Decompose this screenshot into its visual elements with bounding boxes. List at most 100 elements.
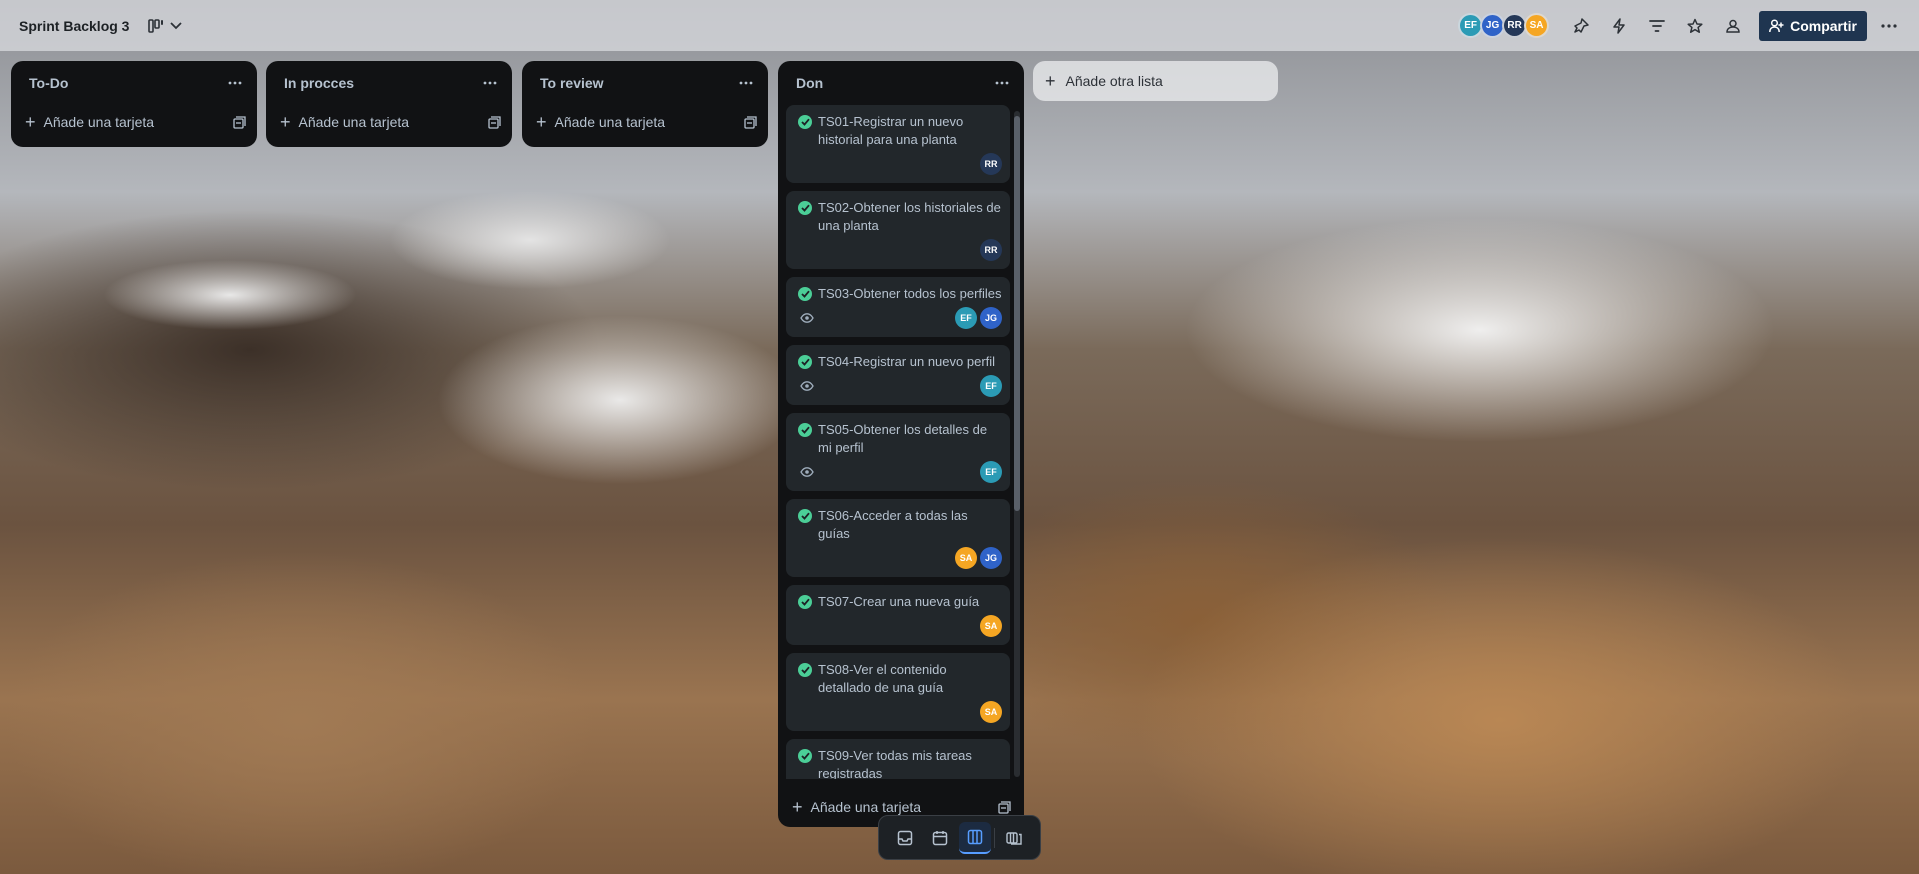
check-complete-icon[interactable] (798, 509, 812, 523)
list-in-procces: In procces + Añade una tarjeta (266, 61, 512, 147)
board-title[interactable]: Sprint Backlog 3 (19, 18, 129, 34)
member-avatar[interactable]: JG (980, 307, 1002, 329)
plus-icon: + (25, 112, 36, 132)
card-title: TS04-Registrar un nuevo perfil (818, 354, 996, 369)
check-complete-icon[interactable] (798, 595, 812, 609)
plus-icon: + (792, 797, 803, 817)
switch-boards-icon[interactable] (998, 822, 1030, 854)
add-card-button[interactable]: + Añade una tarjeta (266, 105, 512, 139)
list-title[interactable]: In procces (284, 75, 354, 91)
card-title-row: TS08-Ver el contenido detallado de una g… (798, 661, 1002, 697)
card-title: TS06-Acceder a todas las guías (818, 508, 968, 541)
list-header: To-Do (11, 61, 257, 105)
board-header: Sprint Backlog 3 EF JG RR SA Compartir (0, 0, 1919, 51)
visibility-icon[interactable] (1717, 10, 1749, 42)
list-to-review: To review + Añade una tarjeta (522, 61, 768, 147)
list-title[interactable]: To-Do (29, 75, 68, 91)
create-from-template-icon[interactable] (996, 799, 1012, 815)
list-menu-icon[interactable] (478, 71, 502, 95)
plus-icon: + (280, 112, 291, 132)
card-title-row: TS03-Obtener todos los perfiles (798, 285, 1002, 303)
card[interactable]: TS03-Obtener todos los perfiles EF JG (786, 277, 1010, 337)
card[interactable]: TS09-Ver todas mis tareas registradasRR (786, 739, 1010, 779)
check-complete-icon[interactable] (798, 749, 812, 763)
list-menu-icon[interactable] (223, 71, 247, 95)
card[interactable]: TS07-Crear una nueva guía SA (786, 585, 1010, 645)
list-title[interactable]: Don (796, 75, 823, 91)
add-card-button[interactable]: + Añade una tarjeta (522, 105, 768, 139)
card-members: SA (980, 615, 1002, 637)
card-members: EF JG (955, 307, 1002, 329)
list-header: In procces (266, 61, 512, 105)
card-title: TS08-Ver el contenido detallado de una g… (818, 662, 947, 695)
member-avatar[interactable]: SA (1524, 13, 1550, 38)
list-scrollbar[interactable] (1014, 111, 1020, 777)
card[interactable]: TS08-Ver el contenido detallado de una g… (786, 653, 1010, 731)
plus-icon: + (1045, 71, 1056, 91)
card[interactable]: TS04-Registrar un nuevo perfil EF (786, 345, 1010, 405)
scrollbar-thumb[interactable] (1014, 116, 1020, 511)
check-complete-icon[interactable] (798, 287, 812, 301)
add-card-label: Añade una tarjeta (298, 114, 410, 130)
watching-eye-icon (800, 381, 814, 391)
add-list-label: Añade otra lista (1065, 73, 1163, 89)
check-complete-icon[interactable] (798, 423, 812, 437)
list-menu-icon[interactable] (990, 71, 1014, 95)
card-footer: EF JG (798, 307, 1002, 329)
card[interactable]: TS01-Registrar un nuevo historial para u… (786, 105, 1010, 183)
card-title-row: TS02-Obtener los historiales de una plan… (798, 199, 1002, 235)
card-title-row: TS09-Ver todas mis tareas registradas (798, 747, 1002, 779)
add-card-button[interactable]: + Añade una tarjeta (11, 105, 257, 139)
create-from-template-icon[interactable] (742, 114, 758, 130)
star-icon[interactable] (1679, 10, 1711, 42)
card-list: TS01-Registrar un nuevo historial para u… (786, 105, 1010, 779)
card-members: EF (980, 375, 1002, 397)
member-avatar[interactable]: EF (955, 307, 977, 329)
card-footer: SA JG (798, 547, 1002, 569)
create-from-template-icon[interactable] (231, 114, 247, 130)
check-complete-icon[interactable] (798, 115, 812, 129)
calendar-icon[interactable] (924, 822, 956, 854)
card-members: EF (980, 461, 1002, 483)
board-icon[interactable] (958, 821, 991, 854)
list-title[interactable]: To review (540, 75, 604, 91)
member-avatar[interactable]: RR (980, 153, 1002, 175)
check-complete-icon[interactable] (798, 663, 812, 677)
check-complete-icon[interactable] (798, 355, 812, 369)
board-view-switcher[interactable] (148, 18, 183, 33)
more-menu-icon[interactable] (1873, 10, 1905, 42)
filter-icon[interactable] (1641, 10, 1673, 42)
member-avatar[interactable]: SA (980, 701, 1002, 723)
create-from-template-icon[interactable] (486, 114, 502, 130)
member-avatar[interactable]: SA (955, 547, 977, 569)
card-members: SA JG (955, 547, 1002, 569)
card-title-row: TS07-Crear una nueva guía (798, 593, 1002, 611)
board-members: EF JG RR SA (1458, 13, 1550, 38)
card-title: TS07-Crear una nueva guía (818, 594, 980, 609)
card-footer: SA (798, 615, 1002, 637)
share-button[interactable]: Compartir (1759, 10, 1867, 41)
chevron-down-icon (170, 21, 183, 29)
list-menu-icon[interactable] (734, 71, 758, 95)
card-members: RR (980, 153, 1002, 175)
watching-eye-icon (800, 313, 814, 323)
check-complete-icon[interactable] (798, 201, 812, 215)
member-avatar[interactable]: SA (980, 615, 1002, 637)
view-switcher-bar (878, 815, 1041, 860)
power-ups-icon[interactable] (1565, 10, 1597, 42)
card-title-row: TS01-Registrar un nuevo historial para u… (798, 113, 1002, 149)
inbox-icon[interactable] (889, 822, 921, 854)
card[interactable]: TS05-Obtener los detalles de mi perfil EF (786, 413, 1010, 491)
list-header: To review (522, 61, 768, 105)
card[interactable]: TS06-Acceder a todas las guías SA JG (786, 499, 1010, 577)
member-avatar[interactable]: RR (980, 239, 1002, 261)
card[interactable]: TS02-Obtener los historiales de una plan… (786, 191, 1010, 269)
member-avatar[interactable]: EF (980, 461, 1002, 483)
automation-icon[interactable] (1603, 10, 1635, 42)
add-another-list-button[interactable]: + Añade otra lista (1033, 61, 1278, 101)
divider (994, 827, 996, 848)
card-footer: EF (798, 375, 1002, 397)
member-avatar[interactable]: JG (980, 547, 1002, 569)
board-view-icon (148, 18, 164, 33)
member-avatar[interactable]: EF (980, 375, 1002, 397)
